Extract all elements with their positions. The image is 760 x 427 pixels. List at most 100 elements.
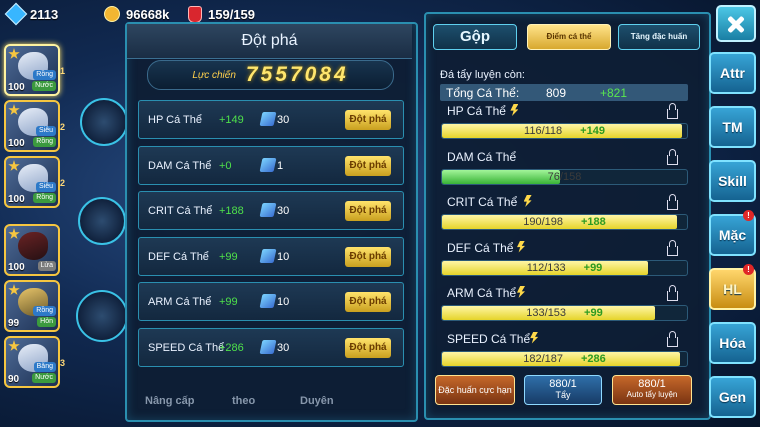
auto-wash-label: Auto tẩy luyện xyxy=(626,390,678,399)
nav-tm[interactable]: TM xyxy=(709,106,756,148)
breakthrough-button[interactable]: Đột phá xyxy=(345,292,391,312)
star-icon xyxy=(8,160,20,171)
combat-power-label: Lực chiến xyxy=(192,69,236,81)
stat-value: 190/198 xyxy=(523,216,563,228)
star-icon xyxy=(8,228,20,239)
coins-counter: 96668k xyxy=(104,4,169,24)
hero-card[interactable]: 100 Rồng Nước xyxy=(4,44,60,96)
stat-bar-text: 182/187 +286 xyxy=(442,353,687,365)
tab-theo[interactable]: theo xyxy=(232,395,255,407)
breakthrough-button[interactable]: Đột phá xyxy=(345,201,391,221)
emblem-icon[interactable] xyxy=(80,98,128,146)
stat-name: ARM Cá Thể xyxy=(148,296,212,308)
stat-bar-text: 116/118 +149 xyxy=(442,125,687,137)
auto-wash-count: 880/1 xyxy=(638,378,666,390)
hero-card[interactable]: 100 Lửa xyxy=(4,224,60,276)
hero-level: 99 xyxy=(8,318,20,329)
lock-emblem-icon[interactable] xyxy=(78,197,126,245)
lock-icon[interactable] xyxy=(667,285,678,301)
breakthrough-button[interactable]: Đột phá xyxy=(345,155,391,176)
breakthrough-row: HP Cá Thể +149 30 Đột phá xyxy=(138,100,404,139)
hero-element-tag: Rồng xyxy=(33,306,56,316)
star-icon xyxy=(8,104,20,115)
stat-bar-text: 76/158 xyxy=(442,171,687,183)
auto-wash-button[interactable]: 880/1 Auto tẩy luyện xyxy=(612,375,692,405)
stone-icon xyxy=(259,339,277,354)
hero-element-tag: Nước xyxy=(32,373,56,383)
stat-progress-bar: 190/198 +188 xyxy=(441,214,688,230)
breakthrough-button[interactable]: Đột phá xyxy=(345,337,391,358)
nav-attr[interactable]: Attr xyxy=(709,52,756,94)
hero-level: 100 xyxy=(8,262,25,273)
stat-bonus: +0 xyxy=(219,159,232,172)
star-icon xyxy=(8,284,20,295)
notification-badge: ! xyxy=(743,210,754,221)
stat-bonus: +99 xyxy=(583,261,603,274)
stat-bonus: +99 xyxy=(219,296,238,308)
stone-cost: 30 xyxy=(277,114,290,126)
stone-icon xyxy=(259,157,277,172)
lock-icon[interactable] xyxy=(667,148,678,165)
medal-emblem-icon[interactable] xyxy=(76,290,128,342)
breakthrough-row: SPEED Cá Thể +286 30 Đột phá xyxy=(138,327,404,367)
hero-element-tag: Siêu xyxy=(35,126,56,136)
close-button[interactable] xyxy=(716,5,756,42)
stat-bonus: +149 xyxy=(219,114,244,126)
breakthrough-button[interactable]: Đột phá xyxy=(345,110,391,130)
stat-bar-text: 190/198 +188 xyxy=(442,216,687,228)
stat-name: DAM Cá Thể xyxy=(148,159,212,172)
tab-merge[interactable]: Gộp xyxy=(433,24,517,50)
tab-upgrade[interactable]: Nâng cấp xyxy=(145,395,195,407)
hero-level: 90 xyxy=(8,374,20,385)
combat-power-value: 7557084 xyxy=(245,63,349,86)
hero-element-tag: Nước xyxy=(32,81,56,91)
stone-cost: 1 xyxy=(277,159,284,172)
hero-card[interactable]: 100 Siêu Rồng xyxy=(4,100,60,152)
hero-card[interactable]: 99 Rồng Hỏn xyxy=(4,280,60,332)
nav-skill[interactable]: Skill xyxy=(709,160,756,202)
special-training-button[interactable]: Đặc huấn cực hạn xyxy=(435,375,515,405)
hero-element-tag: Rồng xyxy=(33,70,56,80)
hero-slot-number: 3 xyxy=(60,358,66,368)
stone-icon xyxy=(259,203,277,217)
stat-bonus: +188 xyxy=(219,205,244,217)
hero-element-tag: Băng xyxy=(33,362,56,372)
hero-level: 100 xyxy=(8,82,25,93)
stat-bonus: +149 xyxy=(580,125,605,137)
stat-bonus: +188 xyxy=(580,216,606,228)
total-value: 809 xyxy=(546,86,567,100)
hero-slot-number: 2 xyxy=(60,122,66,132)
stat-value: 182/187 xyxy=(523,352,563,365)
stat-bonus: +99 xyxy=(584,307,603,319)
total-stats-row: Tổng Cá Thể: 809 +821 xyxy=(440,84,688,101)
hero-element-tag: Hỏn xyxy=(37,317,56,327)
breakthrough-row: CRIT Cá Thể +188 30 Đột phá xyxy=(138,191,404,230)
lock-icon[interactable] xyxy=(667,194,678,210)
breakthrough-button[interactable]: Đột phá xyxy=(345,246,391,267)
hero-level: 100 xyxy=(8,194,25,205)
lock-icon[interactable] xyxy=(667,103,678,119)
tab-individual-points[interactable]: Điểm cá thể xyxy=(527,24,611,50)
lock-icon[interactable] xyxy=(667,330,678,347)
nav-gen[interactable]: Gen xyxy=(709,376,756,418)
remaining-stones-label: Đá tẩy luyện còn: xyxy=(440,69,525,81)
nav-hoa[interactable]: Hóa xyxy=(709,322,756,364)
coin-icon xyxy=(104,6,120,22)
hero-card[interactable]: 100 Siêu Rồng xyxy=(4,156,60,208)
tab-duyen[interactable]: Duyên xyxy=(300,395,334,407)
gems-counter: 2113 xyxy=(4,2,58,26)
stone-cost: 30 xyxy=(277,341,290,354)
gem-icon xyxy=(4,2,28,26)
stat-bonus: +286 xyxy=(580,352,606,365)
stone-cost: 10 xyxy=(277,296,290,308)
stat-label: CRIT Cá Thể xyxy=(447,195,518,209)
stone-icon xyxy=(259,248,277,263)
stone-cost: 30 xyxy=(277,205,290,217)
hero-element-tag: Rồng xyxy=(33,193,56,203)
hero-card[interactable]: 90 Băng Nước xyxy=(4,336,60,388)
hero-element-tag: Siêu xyxy=(35,182,56,192)
breakthrough-title: Đột phá xyxy=(127,24,412,59)
lock-icon[interactable] xyxy=(667,239,678,256)
wash-button[interactable]: 880/1 Tẩy xyxy=(524,375,602,405)
tab-special-training[interactable]: Tăng đặc huấn xyxy=(618,24,700,50)
